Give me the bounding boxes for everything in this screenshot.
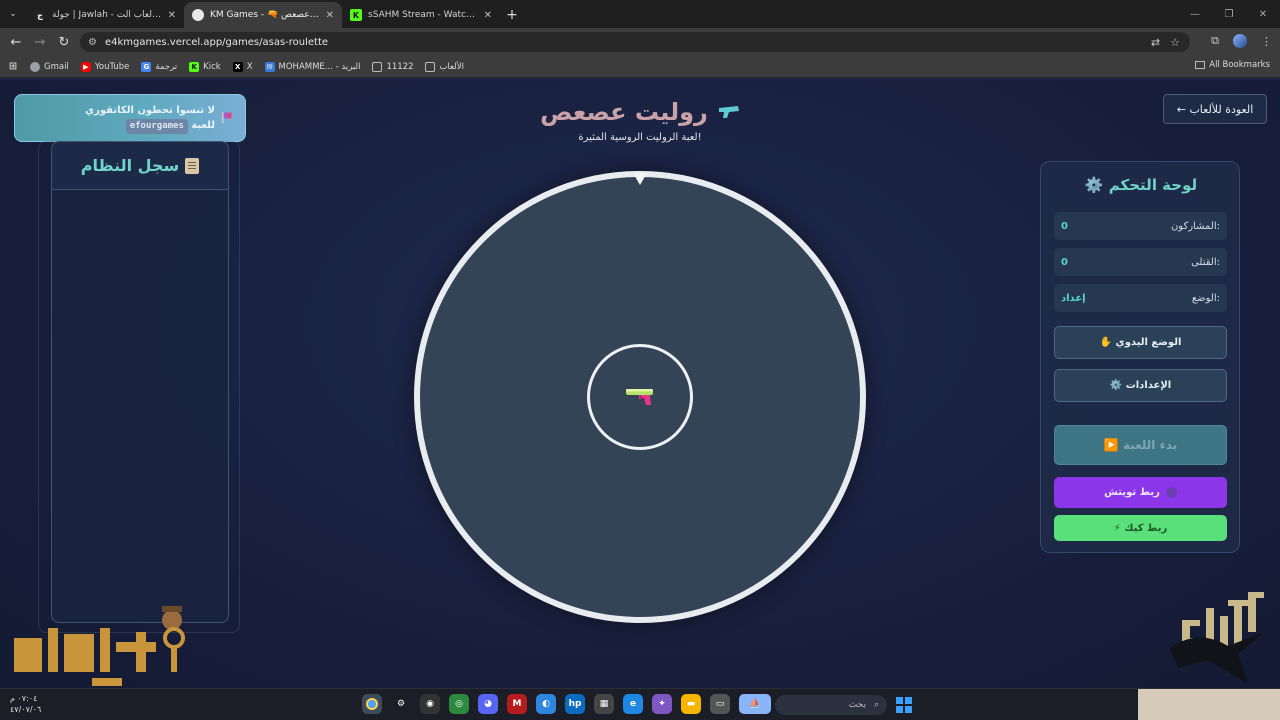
close-icon[interactable]: ✕ [326, 10, 334, 21]
back-arrow-icon[interactable]: ← [4, 35, 28, 50]
close-icon[interactable]: ✕ [484, 10, 492, 21]
bookmark-gmail[interactable]: Gmail [30, 61, 69, 72]
settings-button[interactable]: ⚙️ الإعدادات [1054, 369, 1227, 402]
bookmark-folder-games[interactable]: الألعاب [425, 61, 464, 72]
bookmark-translate[interactable]: G ترجمة [141, 61, 177, 72]
close-window-icon[interactable]: ✕ [1246, 0, 1280, 28]
bookmark-youtube[interactable]: ▶ YouTube [80, 61, 129, 72]
boat-taskbar-icon[interactable]: ⛵ [739, 694, 771, 714]
wheel-pointer-icon [633, 173, 647, 185]
page-header: روليت عصعص لعبة الروليت الروسية المثيرة! [490, 98, 790, 143]
translate-icon[interactable]: ⇄ [1151, 36, 1160, 49]
copilot-taskbar-icon[interactable]: ✦ [652, 694, 672, 714]
youtube-icon: ▶ [80, 61, 91, 72]
browser-tab[interactable]: ج جولة | Jawlah - منصة الألعاب الت... ✕ [26, 2, 184, 28]
streamer-logo-icon [14, 606, 185, 686]
back-to-games-button[interactable]: ← العودة للألعاب [1163, 94, 1267, 124]
extensions-icon[interactable]: ⧉ [1211, 34, 1219, 48]
pistol-icon [626, 389, 653, 405]
game-page: لا تنسوا تحطون الكاتقوري efourgames للعب… [0, 80, 1280, 688]
globe-icon [30, 61, 40, 72]
system-clock[interactable]: ٠٧:٠٤ م ٤٧/٠٧/٠٦ [10, 693, 41, 715]
jawlah-favicon-icon: ج [34, 9, 46, 21]
chrome-alt-taskbar-icon[interactable]: ◎ [449, 694, 469, 714]
bookmark-star-icon[interactable]: ☆ [1170, 36, 1180, 49]
connect-twitch-button[interactable]: ربط تويتش [1054, 477, 1227, 508]
x-icon: X [232, 61, 243, 72]
steam-taskbar-icon[interactable]: ⚙ [391, 694, 411, 714]
tab-strip: ⌄ ج جولة | Jawlah - منصة الألعاب الت... … [0, 0, 1280, 28]
toolbar: ← → ↻ ⚙ e4kmgames.vercel.app/games/asas-… [0, 28, 1280, 56]
water-gun-icon [718, 106, 739, 118]
minimize-icon[interactable]: — [1178, 0, 1212, 28]
site-info-icon[interactable]: ⚙ [88, 37, 97, 48]
page-subtitle: لعبة الروليت الروسية المثيرة! [578, 132, 702, 143]
page-title: روليت عصعص [540, 98, 708, 126]
chrome-taskbar-icon[interactable] [362, 694, 382, 714]
twitch-icon [1165, 487, 1177, 498]
reload-icon[interactable]: ↻ [52, 35, 76, 50]
bookmark-x[interactable]: XX [232, 61, 253, 72]
app-taskbar-icon[interactable]: ◉ [420, 694, 440, 714]
folder-icon [425, 61, 436, 72]
restore-icon[interactable]: ❐ [1212, 0, 1246, 28]
store-taskbar-icon[interactable]: ▦ [594, 694, 614, 714]
system-log-panel: سجل النظام [51, 141, 229, 623]
taskbar: ٠٧:٠٤ م ٤٧/٠٧/٠٦ ⚙ ◉ ◎ ◕ M ◐ hp ▦ e ✦ ▬ … [0, 688, 1280, 720]
flag-icon [222, 112, 232, 123]
mcafee-taskbar-icon[interactable]: M [507, 694, 527, 714]
participants-stat: المشاركون: 0 [1054, 212, 1227, 240]
browser-tab-active[interactable]: KM Games - 🔫 روليت عصعص ✕ [184, 2, 342, 28]
close-icon[interactable]: ✕ [168, 10, 176, 21]
address-bar[interactable]: ⚙ e4kmgames.vercel.app/games/asas-roulet… [80, 32, 1190, 52]
control-panel-title: ⚙️ لوحة التحكم [1084, 176, 1198, 194]
new-tab-button[interactable]: + [500, 2, 524, 28]
hp-taskbar-icon[interactable]: hp [565, 694, 585, 714]
system-log-title: سجل النظام [80, 156, 180, 175]
bookmark-folder-11122[interactable]: 11122 [372, 61, 413, 72]
kick-icon: K [189, 61, 200, 72]
apps-icon[interactable]: ⊞ [8, 61, 18, 72]
connect-kick-button[interactable]: ⚡ ربط كيك [1054, 515, 1227, 541]
clipboard-icon [185, 157, 200, 174]
all-bookmarks[interactable]: All Bookmarks [1195, 60, 1270, 70]
taskbar-search[interactable]: بحث ⌕ [775, 695, 887, 715]
category-reminder-banner: لا تنسوا تحطون الكاتقوري efourgames للعب… [14, 94, 246, 142]
bookmark-mail[interactable]: ✉ MOHAMME... - البريد [264, 61, 360, 72]
browser-tab[interactable]: K sSAHM Stream - Watch Live on... ✕ [342, 2, 500, 28]
start-game-button[interactable]: ▶️ بدء اللعبة [1054, 425, 1227, 465]
edge-taskbar-icon[interactable]: e [623, 694, 643, 714]
mail-icon: ✉ [264, 61, 275, 72]
elite-logo-icon [1170, 592, 1264, 684]
profile-avatar[interactable] [1233, 34, 1247, 48]
discord-taskbar-icon[interactable]: ◕ [478, 694, 498, 714]
control-panel: ⚙️ لوحة التحكم المشاركون: 0 القتلى: 0 ال… [1040, 161, 1240, 553]
search-icon: ⌕ [873, 700, 879, 710]
bookmarks-bar: ⊞ Gmail ▶ YouTube G ترجمة K Kick XX ✉ MOHAMM… [0, 56, 1280, 78]
menu-dots-icon[interactable]: ⋮ [1261, 35, 1272, 48]
folder-icon [1195, 61, 1206, 69]
notes-taskbar-icon[interactable]: ▭ [710, 694, 730, 714]
bookmark-kick[interactable]: K Kick [189, 61, 221, 72]
wheel-hub[interactable] [587, 344, 693, 450]
folder-icon [372, 61, 383, 72]
app-blue-taskbar-icon[interactable]: ◐ [536, 694, 556, 714]
kick-favicon-icon: K [350, 9, 362, 21]
file-explorer-taskbar-icon[interactable]: ▬ [681, 694, 701, 714]
tab-search-icon[interactable]: ⌄ [0, 0, 26, 28]
windows-start-icon[interactable] [896, 697, 912, 713]
manual-mode-button[interactable]: ✋ الوضع اليدوي [1054, 326, 1227, 359]
translate-icon: G [141, 61, 152, 72]
e4km-favicon-icon [192, 9, 204, 21]
kills-stat: القتلى: 0 [1054, 248, 1227, 276]
forward-arrow-icon[interactable]: → [28, 35, 52, 50]
category-code: efourgames [125, 118, 188, 134]
system-tray [1138, 689, 1280, 720]
mode-stat: الوضع: إعداد [1054, 284, 1227, 312]
